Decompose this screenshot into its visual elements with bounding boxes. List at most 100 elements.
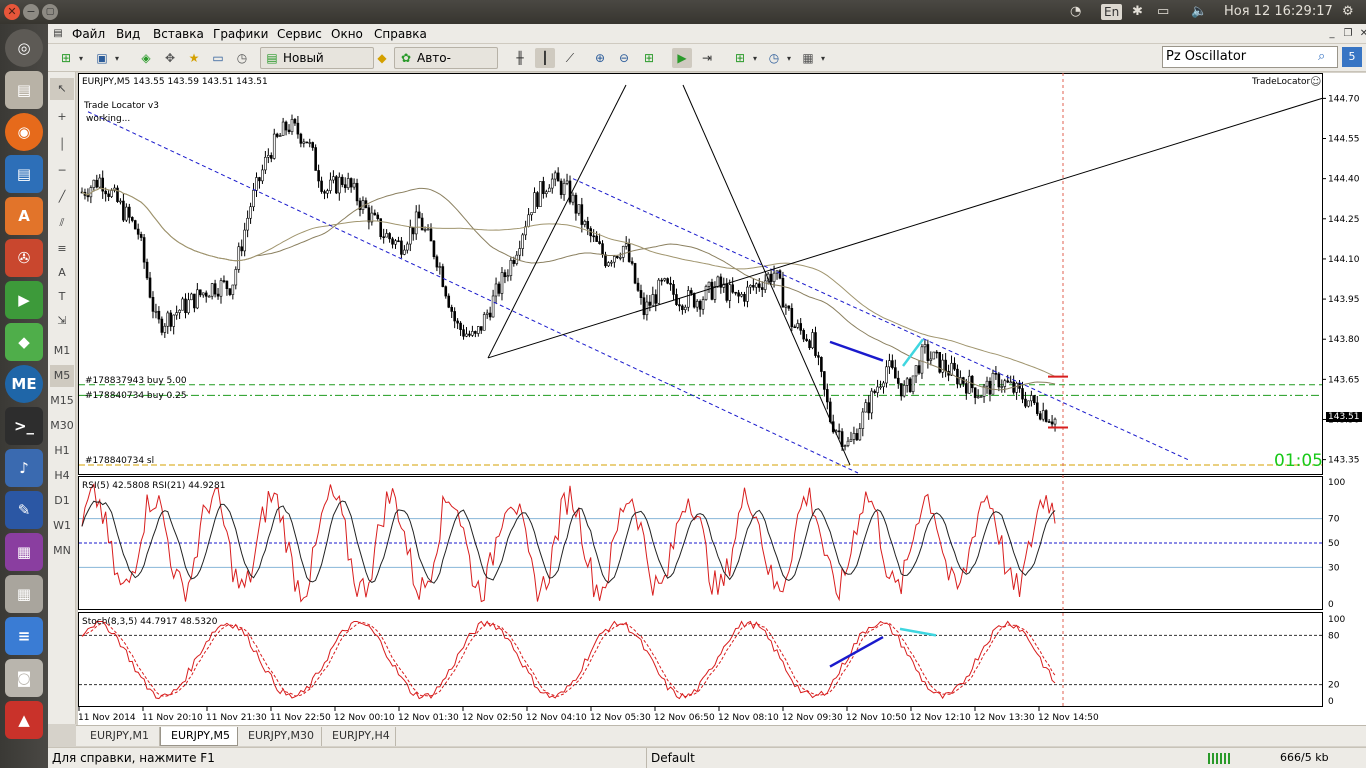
battery-icon[interactable]: ▭	[1157, 3, 1169, 21]
candle-body	[142, 237, 146, 263]
cursor-icon[interactable]: ↖	[50, 78, 74, 100]
drawing-tool-icon[interactable]: ✎	[5, 491, 43, 529]
volume-icon[interactable]: 🔈	[1191, 3, 1207, 21]
search-input[interactable]: Pz Oscillator	[1162, 46, 1338, 68]
app-menu-icon[interactable]: ▤	[50, 27, 66, 41]
tab-eurjpy-m5[interactable]: EURJPY,M5	[160, 727, 238, 746]
candle-body	[240, 246, 244, 252]
chart-window[interactable]: 144.70 144.55 144.40 144.25 144.10 143.95 143.…	[78, 73, 1366, 725]
bar-chart-icon[interactable]: ╫	[510, 48, 530, 68]
new-chart-icon[interactable]: ⊞	[56, 48, 76, 68]
market-watch-icon[interactable]: ◈	[136, 48, 156, 68]
new-order-button[interactable]: ▤ Новый Ордер	[260, 47, 374, 85]
zoom-out-icon[interactable]: ⊖	[614, 48, 634, 68]
text-label-icon[interactable]: T	[50, 286, 74, 308]
metatrader-icon[interactable]: ▲	[5, 701, 43, 739]
settings-gear-icon[interactable]: ⚙	[1342, 3, 1354, 21]
menu-charts[interactable]: Графики	[213, 27, 268, 41]
data-window-icon[interactable]: ✥	[160, 48, 180, 68]
calculator-icon[interactable]: ▦	[5, 575, 43, 613]
menu-insert[interactable]: Вставка	[153, 27, 204, 41]
candle-body	[976, 396, 980, 399]
wifi-icon[interactable]: ◔	[1070, 3, 1081, 21]
metaeditor-toolbar-icon[interactable]: ◆	[372, 48, 392, 68]
menu-window[interactable]: Окно	[331, 27, 363, 41]
tab-eurjpy-m1[interactable]: EURJPY,M1	[80, 727, 160, 746]
candlestick-icon[interactable]: ┃	[535, 48, 555, 68]
keyboard-layout-indicator[interactable]: En	[1101, 4, 1123, 20]
text-editor-icon[interactable]: ≡	[5, 617, 43, 655]
menu-file[interactable]: Файл	[72, 27, 105, 41]
tile-windows-icon[interactable]: ⊞	[639, 48, 659, 68]
child-close-icon[interactable]: ✕	[1356, 27, 1366, 41]
timeframe-m15[interactable]: M15	[50, 390, 74, 412]
timeframe-m1[interactable]: M1	[50, 340, 74, 362]
file-manager-icon[interactable]: ▤	[5, 71, 43, 109]
media-player-icon[interactable]: ▶	[5, 281, 43, 319]
chart-shift-icon[interactable]: ⇥	[697, 48, 717, 68]
timeframe-mn[interactable]: MN	[50, 540, 74, 562]
tradelocator-icon[interactable]: ☺	[1310, 75, 1321, 88]
search-icon[interactable]: ⌕	[1318, 49, 1325, 64]
line-chart-icon[interactable]: ⟋	[560, 48, 580, 68]
vertical-line-icon[interactable]: │	[50, 134, 74, 156]
candle-body	[122, 200, 125, 221]
arrows-icon[interactable]: ⇲	[50, 310, 74, 332]
crosshair-icon[interactable]: +	[50, 106, 74, 128]
metaeditor-icon[interactable]: ME	[5, 365, 43, 403]
fibonacci-icon[interactable]: ≡	[50, 238, 74, 260]
child-restore-icon[interactable]: ❐	[1340, 27, 1356, 41]
new-chart-dropdown-icon[interactable]: ▾	[76, 48, 86, 68]
navigator-icon[interactable]: ★	[184, 48, 204, 68]
window-minimize-button[interactable]: −	[23, 4, 39, 20]
timeframe-h4[interactable]: H4	[50, 465, 74, 487]
timeframe-h1[interactable]: H1	[50, 440, 74, 462]
timeframe-d1[interactable]: D1	[50, 490, 74, 512]
menu-tools[interactable]: Сервис	[277, 27, 322, 41]
search-count-badge[interactable]: 5	[1342, 47, 1362, 67]
child-minimize-icon[interactable]: _	[1324, 27, 1340, 41]
tab-eurjpy-h4[interactable]: EURJPY,H4	[322, 727, 396, 746]
candle-body	[485, 312, 489, 315]
software-center-icon[interactable]: A	[5, 197, 43, 235]
profiles-icon[interactable]: ▣	[92, 48, 112, 68]
horizontal-line-icon[interactable]: ─	[50, 160, 74, 182]
auto-scroll-icon[interactable]: ▶	[672, 48, 692, 68]
zoom-in-icon[interactable]: ⊕	[590, 48, 610, 68]
timeframe-w1[interactable]: W1	[50, 515, 74, 537]
indicators-dropdown-icon[interactable]: ▾	[750, 48, 760, 68]
periods-icon[interactable]: ◷	[764, 48, 784, 68]
timeframe-m30[interactable]: M30	[50, 415, 74, 437]
profiles-dropdown-icon[interactable]: ▾	[112, 48, 122, 68]
music-player-icon[interactable]: ♪	[5, 449, 43, 487]
menu-help[interactable]: Справка	[374, 27, 427, 41]
writer-icon[interactable]: ▤	[5, 155, 43, 193]
periods-dropdown-icon[interactable]: ▾	[784, 48, 794, 68]
video-player-icon[interactable]: ▦	[5, 533, 43, 571]
candle-body	[636, 282, 640, 291]
candle-body	[781, 277, 785, 308]
indicators-icon[interactable]: ⊞	[730, 48, 750, 68]
terminal-icon[interactable]: >_	[5, 407, 43, 445]
terminal-window-icon[interactable]: ▭	[208, 48, 228, 68]
templates-dropdown-icon[interactable]: ▾	[818, 48, 828, 68]
system-settings-icon[interactable]: ✇	[5, 239, 43, 277]
window-close-button[interactable]: ✕	[4, 4, 20, 20]
templates-icon[interactable]: ▦	[798, 48, 818, 68]
bluetooth-icon[interactable]: ✱	[1132, 3, 1143, 21]
screenshot-icon[interactable]: ◙	[5, 659, 43, 697]
chart-canvas[interactable]: 144.70 144.55 144.40 144.25 144.10 143.95 143.…	[78, 73, 1366, 725]
android-studio-icon[interactable]: ◆	[5, 323, 43, 361]
menu-view[interactable]: Вид	[116, 27, 140, 41]
text-tool-icon[interactable]: A	[50, 262, 74, 284]
dash-home-icon[interactable]: ◎	[5, 29, 43, 67]
window-maximize-button[interactable]: ▢	[42, 4, 58, 20]
tab-eurjpy-m30[interactable]: EURJPY,M30	[238, 727, 322, 746]
firefox-icon[interactable]: ◉	[5, 113, 43, 151]
timeframe-m5[interactable]: M5	[50, 365, 74, 387]
clock[interactable]: Ноя 12 16:29:17	[1224, 3, 1333, 21]
channel-icon[interactable]: ⫽	[50, 212, 74, 234]
autotrading-button[interactable]: ✿ Авто-торговля	[394, 47, 498, 85]
strategy-tester-icon[interactable]: ◷	[232, 48, 252, 68]
trendline-icon[interactable]: ╱	[50, 186, 74, 208]
